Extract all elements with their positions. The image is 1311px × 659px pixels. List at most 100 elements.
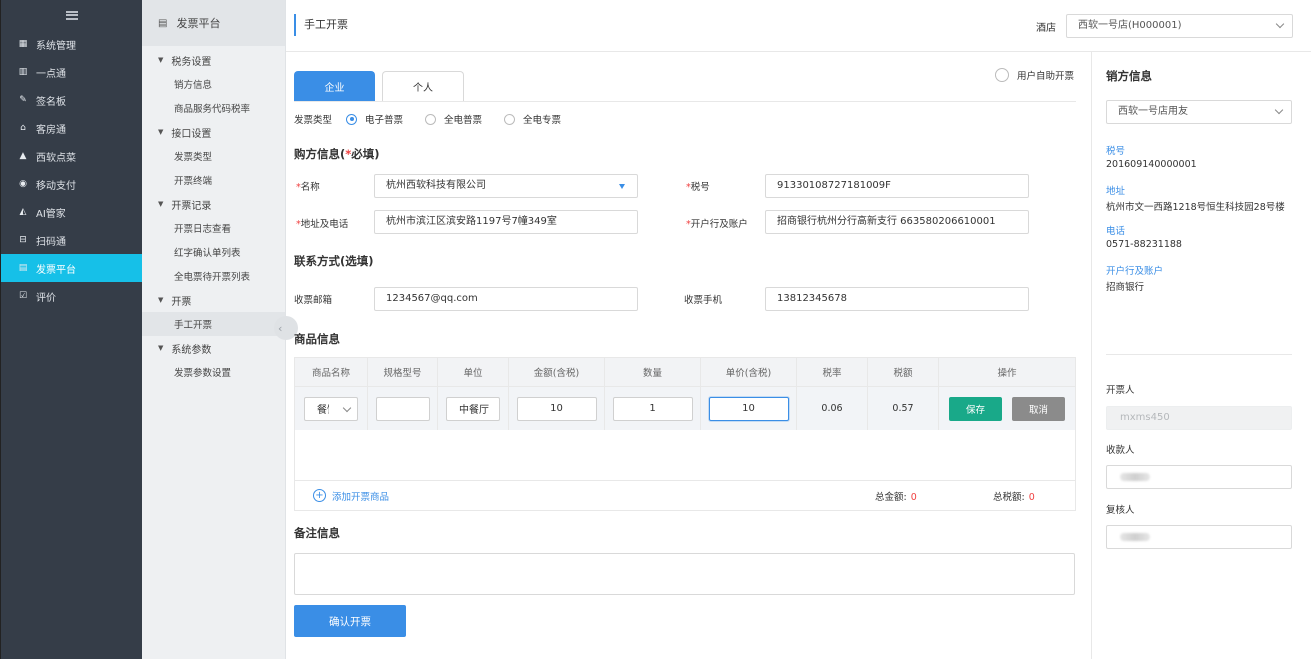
seller-bank-key: 开户行及账户	[1106, 266, 1164, 277]
seller-select-value: 西软一号店用友	[1118, 106, 1188, 117]
goods-name-select[interactable]: 餐饮	[304, 396, 358, 421]
nav-item[interactable]: ◉ 移动支付	[1, 170, 142, 198]
quantity-input[interactable]: 1	[612, 396, 693, 421]
submenu-group[interactable]: ▼ 开票记录	[142, 192, 285, 216]
tab-personal[interactable]: 个人	[382, 71, 464, 101]
buyer-bank-input[interactable]: 招商银行杭州分行高新支行 663580206610001	[765, 210, 1029, 234]
submenu-group[interactable]: ▼ 税务设置	[142, 48, 285, 72]
nav-item[interactable]: ▥ 一点通	[1, 58, 142, 86]
radio-icon[interactable]	[504, 113, 516, 125]
buyer-section-title: 购方信息(*必填)	[294, 146, 380, 162]
nav-item[interactable]: ▦ 系统管理	[1, 30, 142, 58]
tab-enterprise[interactable]: 企业	[294, 71, 375, 101]
goods-table-header: 商品名称 规格型号 单位 金额(含税) 数量 单价(含税) 税率 税额 操作	[295, 358, 1075, 386]
page-header: 手工开票 酒店 西软一号店(H000001)	[286, 0, 1311, 52]
seller-tax-key: 税号	[1106, 146, 1126, 157]
hamburger-icon[interactable]	[65, 10, 78, 20]
column-header: 单位	[438, 358, 509, 386]
submenu-group-label: 税务设置	[171, 56, 212, 68]
nav-item[interactable]: ⌂ 客房通	[1, 114, 142, 142]
submenu-link[interactable]: 开票终端	[142, 168, 285, 192]
submenu-group[interactable]: ▼ 系统参数	[142, 336, 285, 360]
self-issue-radio[interactable]	[995, 68, 1009, 82]
email-input[interactable]: 1234567@qq.com	[374, 287, 638, 311]
submenu-group[interactable]: ▼ 开票	[142, 288, 285, 312]
buyer-address-input[interactable]: 杭州市滨江区滨安路1197号7幢349室	[374, 210, 638, 234]
submenu-group-label: 系统参数	[171, 344, 212, 356]
column-header: 商品名称	[295, 358, 368, 386]
radio-icon[interactable]	[346, 113, 358, 125]
main-nav: ▦ 系统管理 ▥ 一点通 ✎ 签名板 ⌂ 客房通 ▲ 西软点菜 ◉ 移动支付 ◭ AI管家 ⊟ 扫码通 ▤ 发票平…	[0, 0, 142, 659]
column-header: 单价(含税)	[701, 358, 797, 386]
add-goods-button[interactable]: + 添加开票商品	[313, 489, 389, 503]
goods-section-title: 商品信息	[294, 332, 340, 346]
email-label: 收票邮箱	[294, 295, 333, 306]
submenu-group-label: 接口设置	[171, 128, 212, 140]
nav-item[interactable]: ☑ 评价	[1, 282, 142, 310]
total-amount-value: 0	[910, 491, 917, 503]
buyer-bank-label: *开户行及账户	[686, 219, 748, 230]
reviewer-input[interactable]	[1106, 525, 1292, 549]
invoice-type-option[interactable]: 电子普票	[346, 112, 403, 126]
nav-item[interactable]: ⊟ 扫码通	[1, 226, 142, 254]
caret-down-icon: ▼	[158, 128, 164, 136]
buyer-tax-input[interactable]: 91330108727181009F	[765, 174, 1029, 198]
save-row-button[interactable]: 保存	[949, 396, 1002, 421]
option-label: 电子普票	[365, 115, 404, 126]
invoice-type-label: 发票类型	[294, 115, 333, 126]
payee-input[interactable]	[1106, 465, 1292, 489]
seller-panel: 销方信息 西软一号店用友 税号 201609140000001 地址 杭州市文一…	[1091, 52, 1311, 659]
tax-amount-value: 0.57	[868, 387, 939, 430]
submenu-link[interactable]: 红字确认单列表	[142, 240, 285, 264]
submenu-link[interactable]: 开票日志查看	[142, 216, 285, 240]
buyer-name-value: 杭州西软科技有限公司	[386, 180, 486, 191]
phone-input[interactable]: 13812345678	[765, 287, 1029, 311]
unit-price-input[interactable]: 10	[708, 396, 789, 421]
nav-item[interactable]: ▲ 西软点菜	[1, 142, 142, 170]
seller-select[interactable]: 西软一号店用友	[1106, 100, 1292, 124]
table-row: 餐饮 中餐厅 10 1 10 0.06 0.57 保存 取消	[295, 386, 1075, 430]
nav-item[interactable]: ◭ AI管家	[1, 198, 142, 226]
remark-textarea[interactable]	[294, 553, 1075, 595]
divider	[1106, 354, 1292, 355]
self-issue-option[interactable]: 用户自助开票	[995, 68, 1074, 82]
chevron-down-icon	[1274, 105, 1284, 115]
cancel-row-button[interactable]: 取消	[1012, 396, 1065, 421]
column-header: 税率	[797, 358, 868, 386]
nav-item[interactable]: ▤ 发票平台	[1, 254, 142, 282]
submenu-link[interactable]: 手工开票	[142, 312, 285, 336]
submenu-group-label: 开票记录	[171, 200, 212, 212]
buyer-name-select[interactable]: 杭州西软科技有限公司	[374, 174, 638, 198]
seller-address-value: 杭州市文一西路1218号恒生科技园28号楼	[1106, 202, 1285, 213]
unit-input[interactable]: 中餐厅	[446, 396, 500, 421]
butler-icon: ◭	[19, 207, 27, 217]
menu-toggle[interactable]	[1, 0, 142, 30]
submenu-group[interactable]: ▼ 接口设置	[142, 120, 285, 144]
issuer-input[interactable]: mxms450	[1106, 406, 1292, 430]
nav-item[interactable]: ✎ 签名板	[1, 86, 142, 114]
signature-icon: ✎	[19, 95, 27, 105]
submenu-link[interactable]: 发票参数设置	[142, 360, 285, 384]
nav-item-label: 一点通	[36, 68, 66, 80]
submenu-link[interactable]: 销方信息	[142, 72, 285, 96]
submenu-link[interactable]: 发票类型	[142, 144, 285, 168]
confirm-invoice-button[interactable]: 确认开票	[294, 605, 406, 637]
invoice-type-option[interactable]: 全电普票	[425, 112, 482, 126]
radio-icon[interactable]	[425, 113, 437, 125]
spec-input[interactable]	[375, 396, 430, 421]
buyer-title-suffix: 必填)	[351, 147, 380, 161]
issuer-label: 开票人	[1106, 385, 1135, 396]
add-goods-label: 添加开票商品	[332, 491, 390, 503]
amount-input[interactable]: 10	[516, 396, 597, 421]
submenu-link[interactable]: 全电票待开票列表	[142, 264, 285, 288]
hotel-select[interactable]: 西软一号店(H000001)	[1066, 14, 1293, 38]
tab-divider	[294, 101, 1076, 102]
total-tax: 总税额: 0	[993, 489, 1035, 503]
payee-label: 收款人	[1106, 445, 1135, 456]
buyer-address-label: *地址及电话	[296, 219, 349, 230]
remark-section-title: 备注信息	[294, 526, 340, 540]
invoice-type-option[interactable]: 全电专票	[504, 112, 561, 126]
total-amount-label: 总金额:	[875, 491, 907, 503]
submenu-link[interactable]: 商品服务代码税率	[142, 96, 285, 120]
goods-name-value: 餐饮	[317, 405, 329, 416]
